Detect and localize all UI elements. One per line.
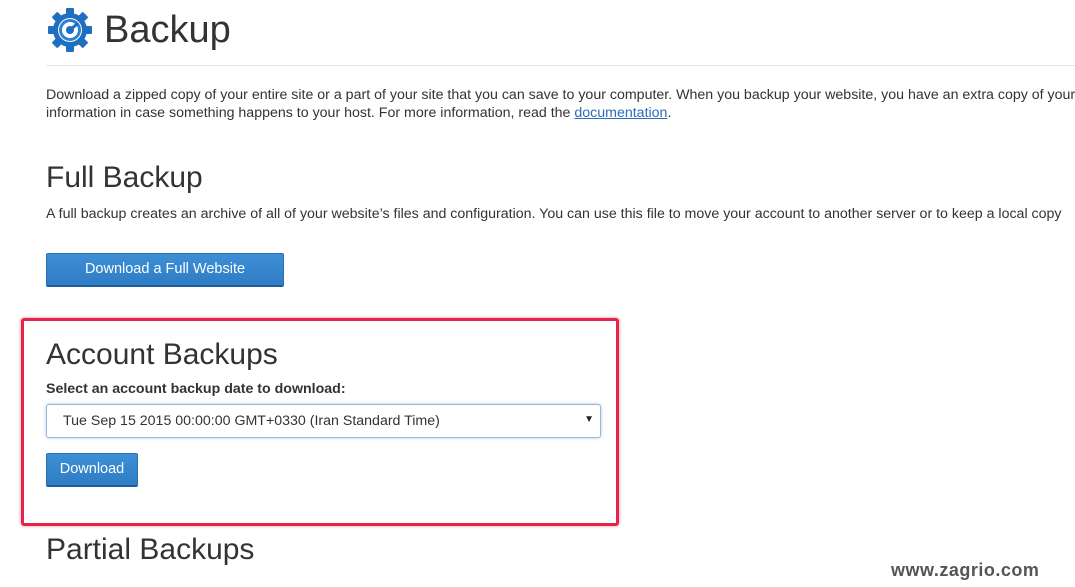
dropdown-arrow-icon: ▼ (584, 414, 594, 425)
intro-text: Download a zipped copy of your entire si… (46, 86, 1075, 122)
intro-line-2-text: information in case something happens to… (46, 105, 575, 121)
backup-date-select[interactable]: Tue Sep 15 2015 00:00:00 GMT+0330 (Iran … (46, 404, 601, 438)
account-backups-title: Account Backups (46, 338, 278, 371)
backup-date-label: Select an account backup date to downloa… (46, 381, 346, 397)
full-backup-description: A full backup creates an archive of all … (46, 206, 1062, 222)
full-backup-title: Full Backup (46, 161, 203, 194)
backup-page: Backup Download a zipped copy of your en… (0, 0, 1075, 587)
page-title: Backup (104, 9, 231, 51)
intro-end: . (667, 105, 672, 121)
download-account-backup-button[interactable]: Download (46, 453, 138, 487)
header-divider (46, 65, 1075, 66)
intro-line-2: information in case something happens to… (46, 104, 1075, 122)
intro-line-1: Download a zipped copy of your entire si… (46, 87, 1075, 103)
gear-clock-icon (48, 8, 92, 52)
watermark: www.zagrio.com (891, 560, 1040, 580)
backup-date-selected-value: Tue Sep 15 2015 00:00:00 GMT+0330 (Iran … (63, 413, 440, 429)
page-header: Backup (46, 6, 231, 54)
download-full-backup-button[interactable]: Download a Full Website Backup (46, 253, 284, 308)
partial-backups-title: Partial Backups (46, 533, 255, 566)
documentation-link[interactable]: documentation (574, 105, 667, 121)
